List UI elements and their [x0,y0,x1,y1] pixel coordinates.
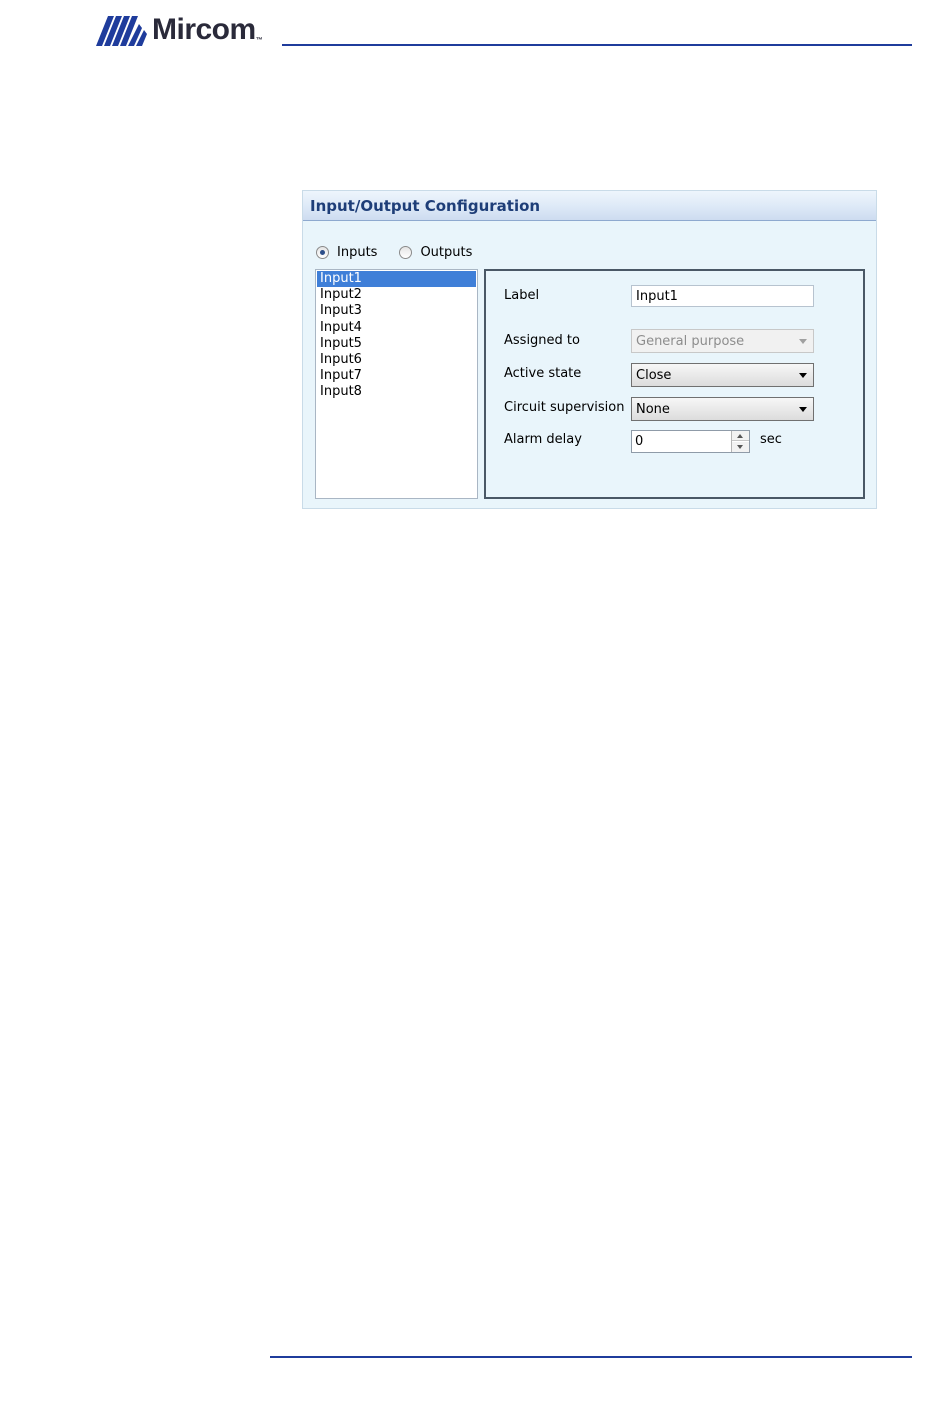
document-page: Mircom ™ Input/Output Configuration Inpu… [0,0,950,1409]
io-configuration-panel: Input/Output Configuration Inputs Output… [302,190,877,509]
list-item-input3[interactable]: Input3 [317,303,476,319]
label-input[interactable]: Input1 [631,285,814,307]
mircom-logo: Mircom ™ [92,12,263,48]
mircom-logo-mark-icon [96,16,147,46]
alarm-delay-caption: Alarm delay [504,432,582,447]
list-item-input8[interactable]: Input8 [317,384,476,400]
stepper-buttons [731,431,749,452]
list-item-input6[interactable]: Input6 [317,352,476,368]
outputs-radio-label[interactable]: Outputs [420,245,472,260]
assigned-to-caption: Assigned to [504,333,580,348]
inputs-radio-label[interactable]: Inputs [337,245,377,260]
assigned-to-value: General purpose [636,334,745,349]
stepper-down-icon[interactable] [732,442,749,452]
active-state-value: Close [636,368,672,383]
alarm-delay-unit: sec [760,432,782,447]
input-list[interactable]: Input1 Input2 Input3 Input4 Input5 Input… [315,269,478,499]
chevron-down-icon[interactable] [799,373,807,378]
inputs-radio[interactable]: Inputs [316,245,377,260]
header-rule [282,44,912,46]
io-mode-selector: Inputs Outputs [316,245,494,260]
circuit-supervision-caption: Circuit supervision [504,400,625,415]
assigned-to-dropdown: General purpose [631,329,814,353]
outputs-radio[interactable]: Outputs [399,245,472,260]
alarm-delay-stepper[interactable]: 0 [631,430,750,453]
list-item-input1[interactable]: Input1 [317,271,476,288]
brand-name: Mircom [152,13,256,46]
list-item-input2[interactable]: Input2 [317,287,476,303]
chevron-down-icon[interactable] [799,407,807,412]
input-properties-group: Label Input1 Assigned to General purpose… [484,269,865,499]
circuit-supervision-dropdown[interactable]: None [631,397,814,421]
list-item-input4[interactable]: Input4 [317,320,476,336]
list-item-input7[interactable]: Input7 [317,368,476,384]
stepper-up-icon[interactable] [732,431,749,441]
radio-checked-icon[interactable] [316,246,329,259]
panel-header: Input/Output Configuration [303,191,876,221]
footer-rule [270,1356,912,1358]
chevron-down-icon [799,339,807,344]
panel-title: Input/Output Configuration [310,197,541,215]
circuit-supervision-value: None [636,402,670,417]
active-state-caption: Active state [504,366,582,381]
radio-unchecked-icon[interactable] [399,246,413,259]
label-caption: Label [504,288,540,303]
alarm-delay-value[interactable]: 0 [635,434,643,449]
trademark-symbol: ™ [255,36,263,44]
list-item-input5[interactable]: Input5 [317,336,476,352]
active-state-dropdown[interactable]: Close [631,363,814,387]
